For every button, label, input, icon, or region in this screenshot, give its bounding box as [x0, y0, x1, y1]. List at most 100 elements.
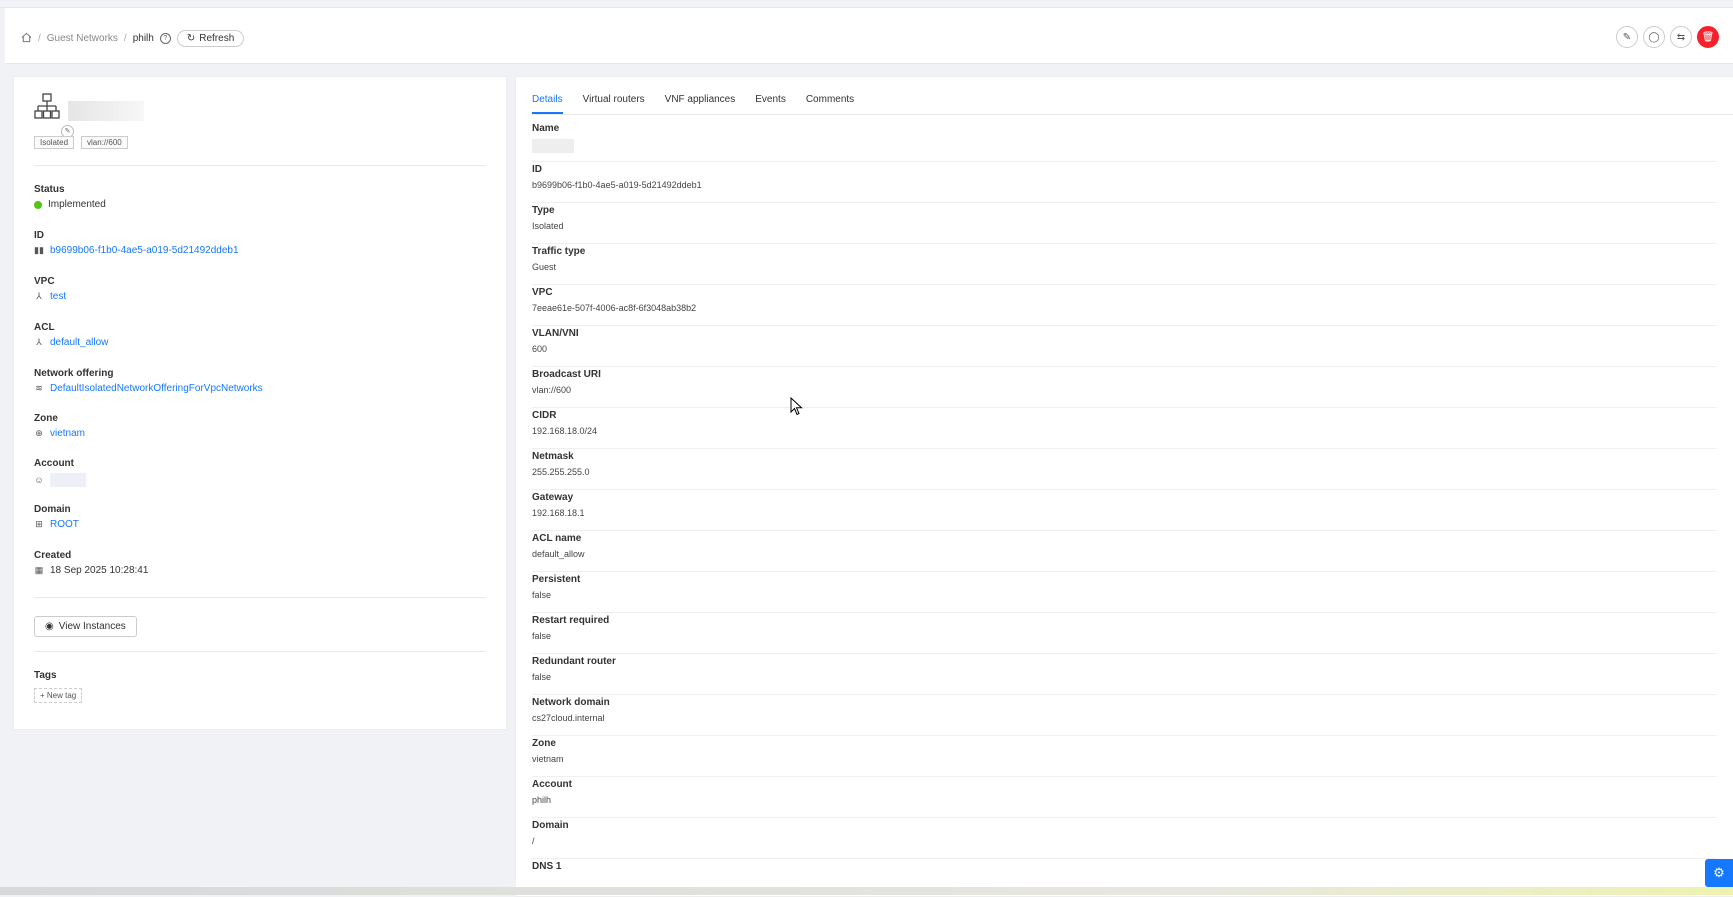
settings-gear-button[interactable]: ⚙: [1705, 859, 1733, 887]
detail-row: Traffic type Guest: [532, 244, 1717, 285]
refresh-button[interactable]: ↻ Refresh: [176, 30, 245, 47]
home-icon[interactable]: [21, 32, 32, 46]
breadcrumb-guest-networks[interactable]: Guest Networks: [47, 33, 118, 44]
detail-value: 7eeae61e-507f-4006-ac8f-6f3048ab38b2: [532, 303, 697, 313]
tab-virtual-routers[interactable]: Virtual routers: [583, 94, 645, 114]
detail-value: 192.168.18.0/24: [532, 426, 598, 436]
detail-value: default_allow: [532, 549, 585, 559]
resource-tags: Isolated vlan://600: [34, 136, 128, 149]
detail-value: philh: [532, 795, 552, 805]
detail-key: Broadcast URI: [532, 369, 601, 380]
tab-comments[interactable]: Comments: [806, 94, 854, 114]
swap-button[interactable]: ⇆: [1670, 26, 1692, 48]
detail-value: 255.255.255.0: [532, 467, 590, 477]
type-tag: Isolated: [34, 136, 75, 149]
detail-key: Type: [532, 205, 555, 216]
acl-info: ACL ⅄ default_allow: [34, 322, 108, 348]
detail-row: Type Isolated: [532, 203, 1717, 244]
breadcrumb-separator: /: [38, 33, 41, 44]
acl-link[interactable]: default_allow: [50, 337, 108, 348]
id-info: ID ▮▮ b9699b06-f1b0-4ae5-a019-5d21492ddeb…: [34, 230, 239, 256]
detail-value: Isolated: [532, 221, 564, 231]
created-label: Created: [34, 550, 72, 561]
detail-value: cs27cloud.internal: [532, 713, 605, 723]
detail-row: Broadcast URI vlan://600: [532, 367, 1717, 408]
detail-row: VPC 7eeae61e-507f-4006-ac8f-6f3048ab38b2: [532, 285, 1717, 326]
detail-key: Restart required: [532, 615, 610, 626]
name-redacted: [532, 139, 574, 153]
calendar-icon: ▦: [34, 565, 44, 575]
vpc-icon: ⅄: [36, 291, 42, 301]
refresh-label: Refresh: [199, 33, 235, 44]
detail-value: vlan://600: [532, 385, 572, 395]
status-dot: [34, 200, 42, 209]
status-label: Status: [34, 184, 65, 195]
delete-icon: 🗑: [1701, 31, 1715, 43]
restart-button[interactable]: ◯: [1643, 26, 1665, 48]
tab-vnf-appliances[interactable]: VNF appliances: [665, 94, 736, 114]
offering-info: Network offering ≋ DefaultIsolatedNetwork…: [34, 368, 263, 394]
detail-key: Gateway: [532, 492, 574, 503]
eye-icon: ◉: [45, 621, 54, 632]
account-redacted[interactable]: [50, 473, 86, 487]
detail-value: false: [532, 590, 552, 600]
detail-value: Guest: [532, 262, 557, 272]
id-value[interactable]: b9699b06-f1b0-4ae5-a019-5d21492ddeb1: [50, 245, 239, 256]
breadcrumb-separator: /: [123, 33, 127, 44]
tab-events[interactable]: Events: [755, 94, 786, 114]
domain-info: Domain ⊞ ROOT: [34, 504, 79, 530]
new-tag-button[interactable]: + New tag: [34, 688, 83, 703]
detail-row: Redundant router false: [532, 654, 1717, 695]
globe-icon: ⊕: [35, 428, 43, 438]
restart-icon: ◯: [1648, 31, 1660, 43]
edit-button[interactable]: ✎: [1616, 26, 1638, 48]
detail-row: Restart required false: [532, 613, 1717, 654]
top-strip: [0, 0, 1733, 8]
divider: [34, 165, 486, 166]
detail-key: ID: [532, 164, 542, 175]
vpc-link[interactable]: test: [50, 291, 66, 302]
domain-link[interactable]: ROOT: [50, 519, 79, 530]
help-icon[interactable]: ?: [159, 33, 171, 44]
detail-row: ID b9699b06-f1b0-4ae5-a019-5d21492ddeb1: [532, 162, 1717, 203]
view-instances-button[interactable]: ◉ View Instances: [34, 616, 137, 637]
zone-info: Zone ⊕ vietnam: [34, 413, 85, 439]
detail-row: Gateway 192.168.18.1: [532, 490, 1717, 531]
detail-key: Zone: [532, 738, 556, 749]
detail-value: [532, 139, 1717, 155]
view-instances-label: View Instances: [58, 621, 126, 632]
network-icon: [34, 93, 60, 124]
account-info: Account ☺: [34, 458, 86, 487]
detail-key: Traffic type: [532, 246, 586, 257]
mouse-cursor: [790, 396, 804, 420]
barcode-icon[interactable]: ▮▮: [34, 245, 44, 256]
delete-button[interactable]: 🗑: [1697, 26, 1719, 48]
detail-value: 600: [532, 344, 548, 354]
offering-link[interactable]: DefaultIsolatedNetworkOfferingForVpcNetw…: [50, 383, 263, 394]
detail-row: Persistent false: [532, 572, 1717, 613]
account-label: Account: [34, 458, 74, 469]
domain-icon: ⊞: [35, 519, 43, 529]
offering-label: Network offering: [34, 368, 114, 379]
detail-key: CIDR: [532, 410, 557, 421]
edit-icon: ✎: [1622, 31, 1632, 43]
created-info: Created ▦ 18 Sep 2025 10:28:41: [34, 550, 148, 576]
divider: [34, 597, 486, 598]
zone-link[interactable]: vietnam: [50, 428, 85, 439]
status-value: Implemented: [48, 199, 106, 210]
detail-row: VLAN/VNI 600: [532, 326, 1717, 367]
detail-row: Domain /: [532, 818, 1717, 859]
breadcrumb: / Guest Networks / philh ? ↻ Refresh: [21, 30, 245, 47]
id-label: ID: [34, 230, 44, 241]
detail-row: ACL name default_allow: [532, 531, 1717, 572]
detail-key: Account: [532, 779, 572, 790]
refresh-icon: ↻: [186, 33, 196, 44]
tab-details[interactable]: Details: [532, 94, 563, 114]
detail-key: Netmask: [532, 451, 574, 462]
vpc-label: VPC: [34, 276, 55, 287]
header-actions: ✎ ◯ ⇆ 🗑: [1616, 26, 1719, 48]
detail-key: Persistent: [532, 574, 581, 585]
detail-value: /: [532, 836, 535, 846]
vpc-info: VPC ⅄ test: [34, 276, 66, 302]
details-panel: Details Virtual routers VNF appliances Even…: [515, 76, 1733, 897]
